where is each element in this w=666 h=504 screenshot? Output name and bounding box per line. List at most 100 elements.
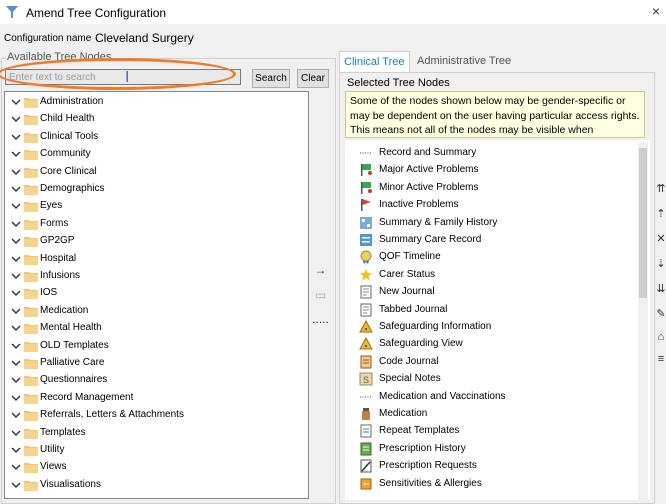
chevron-down-icon[interactable] bbox=[10, 461, 22, 473]
folder-button[interactable]: ▭ bbox=[311, 287, 330, 305]
chevron-down-icon[interactable] bbox=[10, 183, 22, 195]
selected-tree-node[interactable]: Code Journal bbox=[359, 355, 649, 372]
selected-tree-node[interactable]: Carer Status bbox=[359, 268, 649, 285]
selected-tree-node[interactable]: Record and Summary bbox=[359, 146, 649, 163]
tree-node[interactable]: Views bbox=[7, 460, 307, 477]
code-journal-icon bbox=[360, 355, 372, 369]
chevron-down-icon[interactable] bbox=[10, 218, 22, 230]
selected-tree-node[interactable]: Safeguarding Information bbox=[359, 320, 649, 337]
tree-node[interactable]: Forms bbox=[7, 217, 307, 234]
search-button[interactable]: Search bbox=[252, 69, 290, 88]
selected-tree-node[interactable]: QOF Timeline bbox=[359, 250, 649, 267]
chevron-down-icon[interactable] bbox=[10, 131, 22, 143]
move-top-button[interactable]: ⇈ bbox=[655, 180, 666, 198]
tree-node[interactable]: Record Management bbox=[7, 391, 307, 408]
chevron-down-icon[interactable] bbox=[10, 166, 22, 178]
tree-node[interactable]: Utility bbox=[7, 443, 307, 460]
edit-node-button[interactable]: ✎ bbox=[655, 305, 666, 323]
chevron-down-icon[interactable] bbox=[10, 113, 22, 125]
chevron-down-icon[interactable] bbox=[10, 287, 22, 299]
move-down-button[interactable]: ⇣ bbox=[655, 255, 666, 273]
selected-tree-node[interactable]: Prescription Requests bbox=[359, 459, 649, 476]
tab-administrative-tree[interactable]: Administrative Tree bbox=[413, 51, 515, 72]
chevron-down-icon[interactable] bbox=[10, 322, 22, 334]
search-input[interactable] bbox=[5, 69, 241, 85]
chevron-down-icon[interactable] bbox=[10, 270, 22, 282]
tree-node[interactable]: Visualisations bbox=[7, 478, 307, 495]
tree-node[interactable]: Administration bbox=[7, 95, 307, 112]
close-icon[interactable]: × bbox=[652, 3, 660, 19]
chevron-down-icon[interactable] bbox=[10, 340, 22, 352]
tree-filter-icon bbox=[6, 6, 18, 18]
selected-tree-node[interactable]: Medication and Vaccinations bbox=[359, 390, 649, 407]
selected-tree-node[interactable]: Tabbed Journal bbox=[359, 303, 649, 320]
selected-tree-node[interactable]: Inactive Problems bbox=[359, 198, 649, 215]
add-node-button[interactable]: → bbox=[311, 262, 330, 280]
selected-node-label: Medication and Vaccinations bbox=[379, 390, 506, 402]
selected-tree-node[interactable]: Major Active Problems bbox=[359, 163, 649, 180]
move-bottom-button[interactable]: ⇊ bbox=[655, 280, 666, 298]
selected-tree-node[interactable]: New Journal bbox=[359, 285, 649, 302]
chevron-down-icon[interactable] bbox=[10, 253, 22, 265]
tree-node[interactable]: Questionnaires bbox=[7, 373, 307, 390]
selected-tree-node[interactable]: Medication bbox=[359, 407, 649, 424]
prescription-icon bbox=[360, 442, 372, 456]
tree-node[interactable]: Referrals, Letters & Attachments bbox=[7, 408, 307, 425]
dotted-line-icon bbox=[360, 395, 372, 398]
home-node-button[interactable]: ⌂ bbox=[655, 328, 666, 346]
tab-clinical-tree[interactable]: Clinical Tree bbox=[339, 51, 410, 74]
selected-tree-node[interactable]: Sensitivities & Allergies bbox=[359, 477, 649, 494]
tree-node[interactable]: Palliative Care bbox=[7, 356, 307, 373]
tree-node-label: Demographics bbox=[40, 183, 105, 194]
selected-node-label: Sensitivities & Allergies bbox=[379, 477, 482, 489]
list-node-button[interactable]: ≡ bbox=[655, 350, 666, 368]
tree-node-label: Palliative Care bbox=[40, 357, 105, 368]
move-up-button[interactable]: ⇡ bbox=[655, 205, 666, 223]
available-tree[interactable]: Administration Child Health Clinical Tools… bbox=[4, 91, 309, 499]
tree-node[interactable]: IOS bbox=[7, 286, 307, 303]
selected-tree-node[interactable]: Safeguarding View bbox=[359, 337, 649, 354]
selected-tree-node[interactable]: Summary Care Record bbox=[359, 233, 649, 250]
tree-node[interactable]: Infusions bbox=[7, 269, 307, 286]
chevron-down-icon[interactable] bbox=[10, 374, 22, 386]
selected-tree[interactable]: Record and Summary Major Active Problems M… bbox=[345, 140, 650, 500]
tree-node[interactable]: Core Clinical bbox=[7, 165, 307, 182]
chevron-down-icon[interactable] bbox=[10, 200, 22, 212]
chevron-down-icon[interactable] bbox=[10, 409, 22, 421]
tree-node[interactable]: Clinical Tools bbox=[7, 130, 307, 147]
chevron-down-icon[interactable] bbox=[10, 479, 22, 491]
tree-node[interactable]: Medication bbox=[7, 304, 307, 321]
clear-button[interactable]: Clear bbox=[297, 69, 329, 88]
chevron-down-icon[interactable] bbox=[10, 444, 22, 456]
tree-node[interactable]: Eyes bbox=[7, 199, 307, 216]
chevron-down-icon[interactable] bbox=[10, 305, 22, 317]
selected-tree-scrollbar[interactable] bbox=[638, 142, 648, 500]
folder-icon bbox=[24, 446, 38, 456]
tree-node[interactable]: GP2GP bbox=[7, 234, 307, 251]
tree-node[interactable]: Templates bbox=[7, 426, 307, 443]
selected-tree-node[interactable]: Summary & Family History bbox=[359, 216, 649, 233]
tree-node[interactable]: Child Health bbox=[7, 112, 307, 129]
chevron-down-icon[interactable] bbox=[10, 235, 22, 247]
selected-tree-node[interactable]: Minor Active Problems bbox=[359, 181, 649, 198]
tree-node[interactable]: Community bbox=[7, 147, 307, 164]
chevron-down-icon[interactable] bbox=[10, 357, 22, 369]
selected-tree-node[interactable]: Repeat Templates bbox=[359, 424, 649, 441]
tree-node[interactable]: Hospital bbox=[7, 252, 307, 269]
selected-node-label: New Journal bbox=[379, 286, 435, 298]
tree-node-label: Mental Health bbox=[40, 322, 102, 334]
selected-tree-node[interactable]: Prescription History bbox=[359, 442, 649, 459]
separator-button[interactable]: ..... bbox=[311, 311, 330, 329]
tree-node-label: Utility bbox=[40, 444, 65, 455]
tree-node[interactable]: Demographics bbox=[7, 182, 307, 199]
chevron-down-icon[interactable] bbox=[10, 427, 22, 439]
selected-node-label: Minor Active Problems bbox=[379, 181, 479, 193]
tree-node[interactable]: Mental Health bbox=[7, 321, 307, 338]
scrollbar-thumb[interactable] bbox=[639, 148, 647, 298]
selected-tree-node[interactable]: S Special Notes bbox=[359, 372, 649, 389]
remove-node-button[interactable]: ✕ bbox=[655, 230, 666, 248]
chevron-down-icon[interactable] bbox=[10, 96, 22, 108]
tree-node[interactable]: OLD Templates bbox=[7, 339, 307, 356]
chevron-down-icon[interactable] bbox=[10, 392, 22, 404]
chevron-down-icon[interactable] bbox=[10, 148, 22, 160]
